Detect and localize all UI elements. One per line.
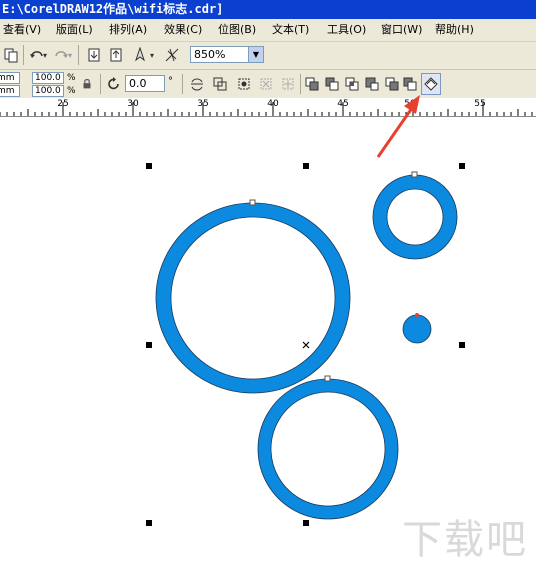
horizontal-ruler[interactable]: 25 30 35 40 45 50 55 (0, 98, 536, 117)
ruler-label: 35 (197, 99, 209, 109)
scale-x-field[interactable]: 100.0 (32, 72, 64, 84)
rotate-icon[interactable] (106, 74, 122, 94)
node-marker (415, 313, 419, 317)
chevron-down-icon[interactable]: ▼ (248, 47, 263, 62)
application-launcher-icon[interactable] (130, 45, 150, 65)
position-y-field[interactable]: mm (0, 85, 20, 97)
node-handle[interactable] (249, 199, 256, 206)
zoom-level-select[interactable]: 850% ▼ (190, 46, 264, 63)
zoom-level-value: 850% (194, 48, 226, 61)
drawing-surface (146, 163, 465, 526)
small-dot[interactable] (402, 314, 432, 344)
corel-online-icon[interactable] (162, 45, 182, 65)
ruler-label: 30 (127, 99, 139, 109)
menu-tools[interactable]: 工具(O) (327, 22, 366, 38)
large-ring[interactable] (155, 202, 351, 394)
menu-effects[interactable]: 效果(C) (164, 22, 202, 38)
trim-icon[interactable] (322, 74, 342, 94)
export-icon[interactable] (106, 45, 126, 65)
window-title-bar: E:\CorelDRAW12作品\wifi标志.cdr] (0, 0, 536, 19)
menu-view[interactable]: 查看(V) (3, 22, 41, 38)
property-bar: mm mm 100.0 100.0 % % 0.0 ° (0, 70, 536, 99)
back-minus-front-icon[interactable] (400, 74, 420, 94)
menu-window[interactable]: 窗口(W) (381, 22, 422, 38)
mirror-icon[interactable] (187, 74, 207, 94)
scale-x-unit: % (67, 73, 76, 83)
rotation-angle-field[interactable]: 0.0 (125, 75, 165, 92)
menu-help[interactable]: 帮助(H) (435, 22, 474, 38)
menu-layout[interactable]: 版面(L) (56, 22, 93, 38)
position-x-field[interactable]: mm (0, 72, 20, 84)
ruler-label: 45 (337, 99, 349, 109)
combine-icon[interactable] (210, 74, 230, 94)
drawing-canvas[interactable]: 下载吧 (0, 117, 536, 569)
standard-toolbar: ▾ ▾ ▾ 850% ▼ (0, 42, 536, 70)
ruler-label: 55 (474, 99, 486, 109)
import-icon[interactable] (84, 45, 104, 65)
ruler-label: 40 (267, 99, 279, 109)
intersect-icon[interactable] (342, 74, 362, 94)
menu-arrange[interactable]: 排列(A) (109, 22, 147, 38)
ruler-label: 25 (57, 99, 69, 109)
angle-unit: ° (168, 76, 173, 87)
simplify-icon[interactable] (362, 74, 382, 94)
small-ring[interactable] (372, 174, 458, 260)
create-boundary-button[interactable] (421, 73, 441, 95)
lock-ratio-icon[interactable] (80, 74, 94, 94)
launcher-dropdown-icon[interactable]: ▾ (148, 45, 156, 65)
menu-bar: 查看(V) 版面(L) 排列(A) 效果(C) 位图(B) 文本(T) 工具(O… (0, 19, 536, 42)
menu-bitmaps[interactable]: 位图(B) (218, 22, 256, 38)
front-minus-back-icon[interactable] (382, 74, 402, 94)
watermark: 下载吧 (402, 517, 528, 563)
scale-y-field[interactable]: 100.0 (32, 85, 64, 97)
node-handle[interactable] (411, 171, 418, 178)
ungroup-all-icon[interactable] (278, 74, 298, 94)
undo-dropdown-icon[interactable]: ▾ (41, 45, 49, 65)
selection-center-icon[interactable] (302, 341, 310, 349)
scale-y-unit: % (67, 86, 76, 96)
menu-text[interactable]: 文本(T) (272, 22, 309, 38)
ungroup-icon[interactable] (256, 74, 276, 94)
bottom-ring[interactable] (257, 378, 399, 520)
redo-dropdown-icon[interactable]: ▾ (66, 45, 74, 65)
weld-icon[interactable] (302, 74, 322, 94)
ruler-label: 50 (404, 99, 416, 109)
group-icon[interactable] (234, 74, 254, 94)
node-handle[interactable] (324, 375, 331, 382)
window-title: E:\CorelDRAW12作品\wifi标志.cdr] (2, 2, 224, 16)
copy-icon[interactable] (1, 45, 21, 65)
